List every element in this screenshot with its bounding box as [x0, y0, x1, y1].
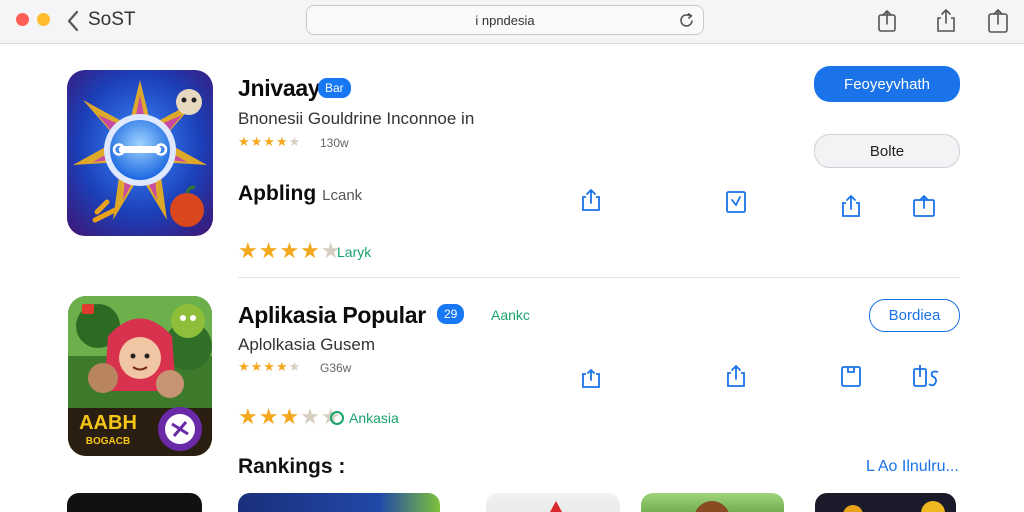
bookmark-icon[interactable] — [724, 189, 748, 215]
secondary-text: Laryk — [337, 244, 372, 260]
address-text: i npndesia — [475, 13, 535, 28]
ranking-artwork — [550, 501, 562, 512]
app-title: Jnivaay — [238, 75, 321, 101]
app-title: Aplikasia Popular — [238, 302, 426, 328]
ranking-artwork — [695, 501, 729, 512]
section-label: Apbling Lcank — [238, 182, 362, 206]
reload-icon[interactable] — [678, 12, 695, 29]
close-window-button[interactable] — [16, 13, 29, 26]
share-icon — [937, 9, 955, 32]
app-badge: 29 — [437, 304, 465, 324]
secondary-text-label: Ankasia — [349, 410, 399, 426]
app-subtitle: Bnonesii Gouldrine Inconnoe in — [238, 109, 475, 128]
share-icon[interactable] — [724, 363, 748, 389]
status-icon — [330, 411, 344, 425]
svg-text:BOGACB: BOGACB — [86, 436, 130, 447]
back-icon[interactable] — [64, 9, 82, 33]
minimize-window-button[interactable] — [37, 13, 50, 26]
export-toolbar-button[interactable] — [932, 7, 960, 35]
outline-button[interactable]: Bordiea — [869, 299, 960, 332]
share-icon[interactable] — [579, 187, 603, 213]
toolbar-title: SoST — [88, 9, 136, 30]
section-sublabel: Lcank — [322, 187, 363, 204]
secondary-button[interactable]: Bolte — [814, 134, 960, 168]
divider — [238, 277, 960, 278]
rankings-link[interactable]: L Ao Ilnulru... — [866, 458, 959, 476]
app-icon-aplikasia-popular[interactable]: AABH BOGACB — [68, 296, 212, 456]
share-icon[interactable] — [839, 193, 863, 219]
share-icon[interactable] — [912, 363, 942, 389]
ranking-thumbnail[interactable] — [641, 493, 784, 512]
primary-button[interactable]: Feoyeyvhath — [814, 66, 960, 102]
app-artwork — [67, 70, 213, 236]
rating-count: G36w — [320, 361, 352, 375]
secondary-text: Ankasia — [330, 410, 399, 426]
address-bar[interactable]: i npndesia — [306, 5, 704, 35]
ranking-thumbnail[interactable] — [67, 493, 202, 512]
share-icon[interactable] — [579, 364, 603, 390]
ranking-thumbnail[interactable] — [238, 493, 440, 512]
badge-side-text: Aankc — [491, 307, 530, 323]
browser-toolbar: SoST i npndesia — [0, 0, 1024, 44]
star-icon-rating-large: ★★★★★ — [238, 238, 342, 263]
star-icon-rating: ★★★★★ — [238, 134, 302, 149]
app-artwork: AABH BOGACB — [68, 296, 212, 456]
star-icon-rating: ★★★★★ — [238, 359, 302, 374]
star-icon-rating-large: ★★★★★ — [238, 404, 342, 429]
ranking-thumbnail[interactable] — [815, 493, 956, 512]
rankings-title: Rankings : — [238, 455, 346, 478]
app-subtitle: Aplolkasia Gusem — [238, 335, 376, 354]
upload-toolbar-button[interactable] — [984, 7, 1012, 35]
app-badge: Bar — [318, 78, 351, 98]
share-icon[interactable] — [912, 193, 936, 219]
share-icon — [988, 9, 1008, 33]
app-icon-jnivaay[interactable] — [67, 70, 213, 236]
svg-text:AABH: AABH — [79, 412, 137, 434]
rating-count: 130w — [320, 136, 349, 150]
share-toolbar-button[interactable] — [873, 7, 901, 35]
bookmark-icon[interactable] — [839, 363, 863, 389]
section-label-text: Apbling — [238, 182, 317, 205]
ranking-artwork — [843, 501, 945, 512]
ranking-thumbnail[interactable] — [486, 493, 620, 512]
share-icon — [878, 10, 896, 32]
